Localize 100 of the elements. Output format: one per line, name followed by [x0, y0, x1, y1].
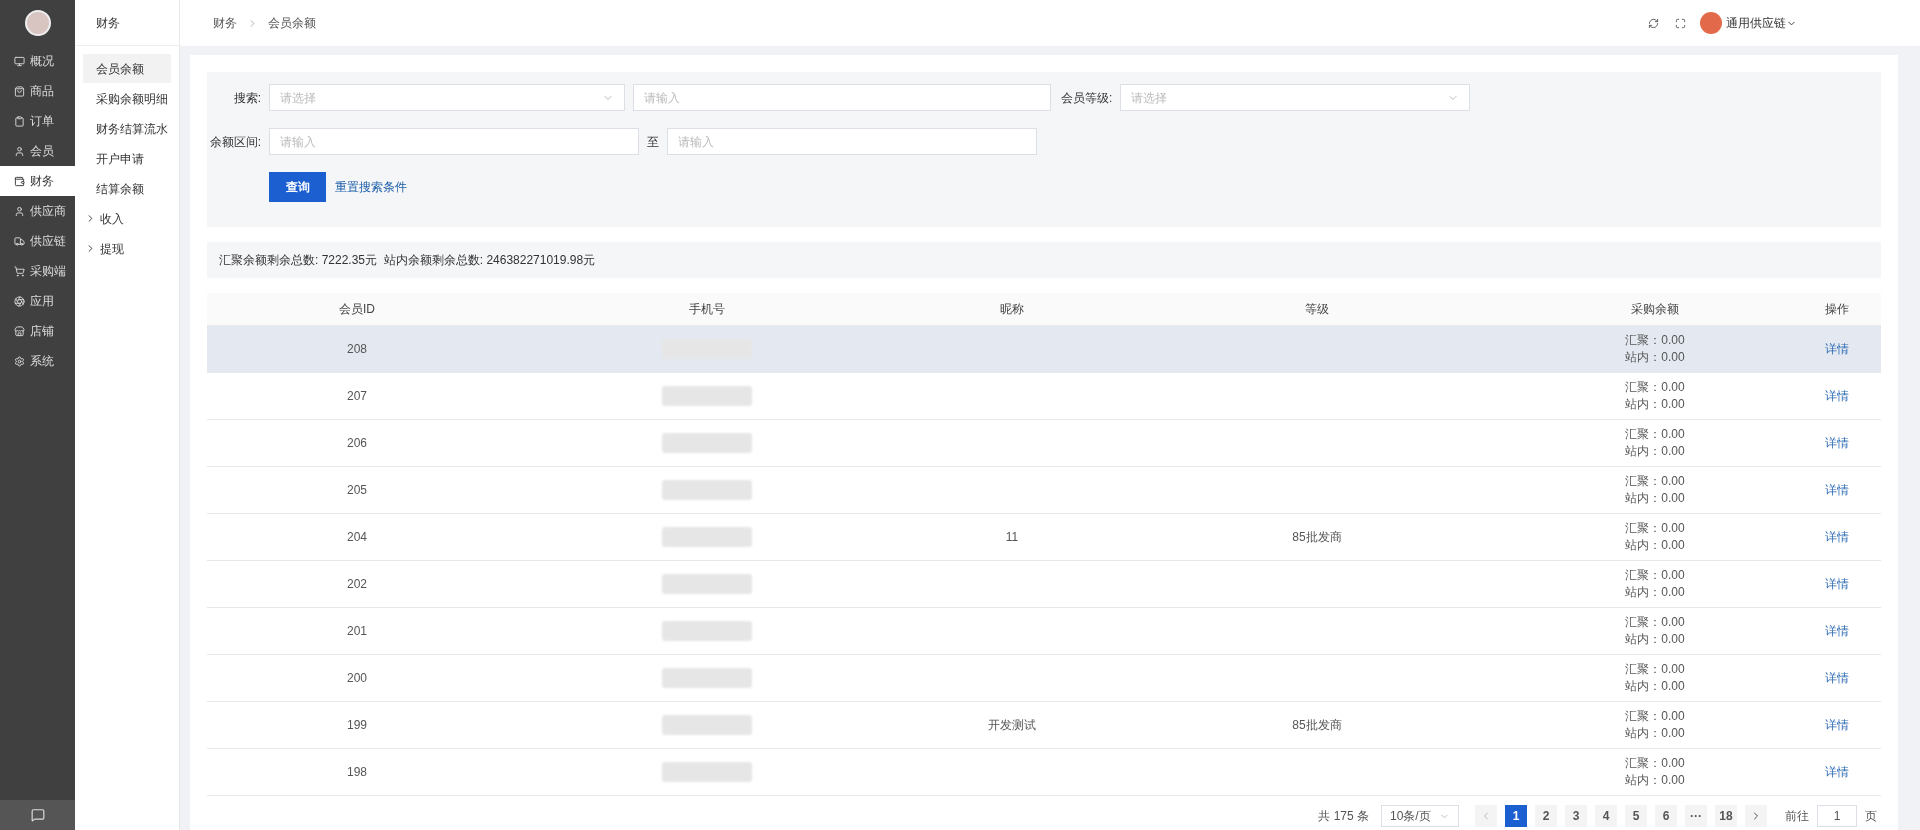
- balance-line: 站内：0.00: [1625, 725, 1685, 742]
- balance-line: 站内：0.00: [1625, 678, 1685, 695]
- member-level: 85批发商: [1292, 718, 1342, 732]
- org-name[interactable]: 通用供应链: [1726, 14, 1786, 32]
- page-button[interactable]: 5: [1625, 805, 1647, 827]
- detail-link[interactable]: 详情: [1825, 530, 1849, 544]
- wallet-icon: [14, 175, 25, 187]
- user-icon: [14, 145, 25, 157]
- message-icon: [30, 808, 45, 822]
- nav-item[interactable]: 采购端: [0, 256, 75, 286]
- member-id: 205: [347, 483, 367, 497]
- menu-item[interactable]: 财务结算流水: [83, 114, 171, 143]
- detail-link[interactable]: 详情: [1825, 436, 1849, 450]
- bag-icon: [14, 85, 25, 97]
- nav-item[interactable]: 订单: [0, 106, 75, 136]
- member-id: 207: [347, 389, 367, 403]
- query-button[interactable]: 查询: [269, 172, 326, 202]
- balance-line: 汇聚：0.00: [1625, 379, 1685, 396]
- balance-summary: 汇聚余额剩余总数: 7222.35元 站内余额剩余总数: 246382271019.98元: [219, 252, 596, 269]
- column-header: 等级: [1305, 302, 1329, 316]
- detail-link[interactable]: 详情: [1825, 342, 1849, 356]
- range-separator: 至: [647, 133, 659, 151]
- menu-item[interactable]: 开户申请: [83, 144, 171, 173]
- total-count: 共 175 条: [1318, 808, 1369, 825]
- nav-item[interactable]: 概况: [0, 46, 75, 76]
- nickname: 11: [1005, 530, 1019, 544]
- store-icon: [14, 325, 25, 337]
- nav-item[interactable]: 应用: [0, 286, 75, 316]
- balance-line: 汇聚：0.00: [1625, 332, 1685, 349]
- menu-item[interactable]: 采购余额明细: [83, 84, 171, 113]
- balance-line: 汇聚：0.00: [1625, 473, 1685, 490]
- page-button[interactable]: 4: [1595, 805, 1617, 827]
- reset-link[interactable]: 重置搜索条件: [335, 178, 407, 196]
- balance-line: 站内：0.00: [1625, 396, 1685, 413]
- member-id: 206: [347, 436, 367, 450]
- monitor-icon: [14, 55, 25, 67]
- menu-item[interactable]: 结算余额: [83, 174, 171, 203]
- truck-icon: [14, 235, 25, 247]
- detail-link[interactable]: 详情: [1825, 624, 1849, 638]
- balance-line: 站内：0.00: [1625, 443, 1685, 460]
- balance-line: 汇聚：0.00: [1625, 520, 1685, 537]
- org-logo: [1700, 12, 1722, 34]
- detail-link[interactable]: 详情: [1825, 389, 1849, 403]
- detail-link[interactable]: 详情: [1825, 671, 1849, 685]
- balance-line: 站内：0.00: [1625, 490, 1685, 507]
- range-from-input[interactable]: 请输入: [269, 128, 639, 155]
- member-id: 208: [347, 342, 367, 356]
- page-button[interactable]: ···: [1685, 805, 1707, 827]
- balance-line: 汇聚：0.00: [1625, 708, 1685, 725]
- goto-page-input[interactable]: 1: [1817, 805, 1857, 827]
- nav-item[interactable]: 商品: [0, 76, 75, 106]
- column-header: 采购余额: [1631, 302, 1679, 316]
- range-to-input[interactable]: 请输入: [667, 128, 1037, 155]
- page-button[interactable]: 18: [1715, 805, 1737, 827]
- balance-line: 汇聚：0.00: [1625, 567, 1685, 584]
- member-id: 199: [347, 718, 367, 732]
- column-header: 昵称: [1000, 302, 1024, 316]
- nav-item[interactable]: 供应商: [0, 196, 75, 226]
- detail-link[interactable]: 详情: [1825, 765, 1849, 779]
- detail-link[interactable]: 详情: [1825, 718, 1849, 732]
- member-level: 85批发商: [1292, 530, 1342, 544]
- balance-line: 站内：0.00: [1625, 349, 1685, 366]
- member-id: 198: [347, 765, 367, 779]
- nav-item[interactable]: 系统: [0, 346, 75, 376]
- goto-suffix: 页: [1865, 808, 1877, 825]
- page-button[interactable]: 3: [1565, 805, 1587, 827]
- sub-sidebar-title: 财务: [96, 14, 120, 32]
- page-button[interactable]: 1: [1505, 805, 1527, 827]
- balance-line: 汇聚：0.00: [1625, 661, 1685, 678]
- avatar[interactable]: [24, 10, 51, 36]
- goto-label: 前往: [1785, 808, 1809, 825]
- detail-link[interactable]: 详情: [1825, 483, 1849, 497]
- column-header: 会员ID: [339, 302, 375, 316]
- detail-link[interactable]: 详情: [1825, 577, 1849, 591]
- nav-item[interactable]: 会员: [0, 136, 75, 166]
- nav-item[interactable]: 财务: [0, 166, 75, 196]
- page-button[interactable]: 2: [1535, 805, 1557, 827]
- page-size-select[interactable]: 10条/页: [1381, 805, 1459, 827]
- nav-item[interactable]: 供应链: [0, 226, 75, 256]
- member-id: 200: [347, 671, 367, 685]
- refresh-icon[interactable]: [1648, 17, 1659, 29]
- member-id: 202: [347, 577, 367, 591]
- page-button[interactable]: 6: [1655, 805, 1677, 827]
- breadcrumb-item[interactable]: 财务: [213, 14, 237, 32]
- member-id: 204: [347, 530, 367, 544]
- menu-group[interactable]: 提现: [75, 234, 179, 263]
- nav-item[interactable]: 店铺: [0, 316, 75, 346]
- cart-icon: [14, 265, 25, 277]
- settings-icon: [14, 355, 25, 367]
- chat-button[interactable]: [0, 800, 75, 830]
- search-input[interactable]: 请输入: [633, 84, 1051, 111]
- menu-group[interactable]: 收入: [75, 204, 179, 233]
- column-header: 手机号: [689, 302, 725, 316]
- member-id: 201: [347, 624, 367, 638]
- column-header: 操作: [1825, 302, 1849, 316]
- balance-line: 汇聚：0.00: [1625, 426, 1685, 443]
- fullscreen-icon[interactable]: [1675, 17, 1686, 29]
- menu-item[interactable]: 会员余额: [83, 54, 171, 83]
- balance-line: 汇聚：0.00: [1625, 614, 1685, 631]
- balance-line: 汇聚：0.00: [1625, 755, 1685, 772]
